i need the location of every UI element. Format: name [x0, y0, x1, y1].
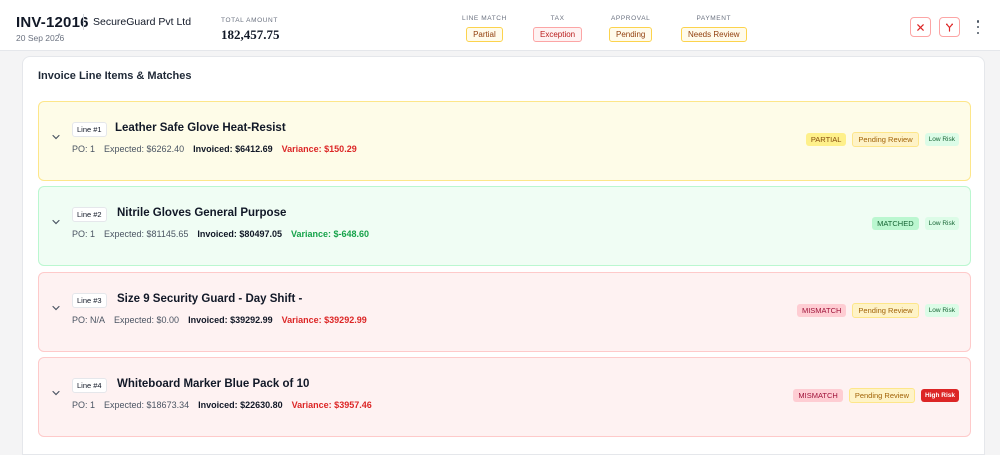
merge-icon: [945, 23, 954, 32]
po-number: PO: 1: [72, 400, 96, 410]
status-label: PAYMENT: [696, 15, 732, 22]
line-item-card[interactable]: Line #2 Nitrile Gloves General Purpose P…: [38, 186, 971, 266]
line-item-card[interactable]: Line #4 Whiteboard Marker Blue Pack of 1…: [38, 357, 971, 437]
expected-amount: Expected: $0.00: [114, 315, 180, 325]
total-amount-value: 182,457.75: [221, 27, 280, 42]
invoiced-amount: Invoiced: $39292.99: [188, 315, 273, 325]
invoice-date: 20 Sep 2026: [16, 33, 65, 43]
panel-title: Invoice Line Items & Matches: [38, 70, 192, 82]
invoiced-amount: Invoiced: $80497.05: [197, 229, 282, 239]
match-status-badge: PARTIAL: [805, 133, 847, 146]
expected-amount: Expected: $6262.40: [104, 144, 185, 154]
status-label: LINE MATCH: [462, 15, 507, 22]
line-badges: PARTIAL Pending Review Low Risk: [805, 132, 959, 147]
variance-amount: Variance: $150.29: [281, 144, 357, 154]
line-item-card[interactable]: Line #1 Leather Safe Glove Heat-Resist P…: [38, 101, 971, 181]
more-vertical-icon[interactable]: [975, 20, 981, 34]
header-divider: [83, 14, 84, 30]
status-approval: APPROVAL Pending: [609, 15, 653, 42]
status-badge: Partial: [466, 27, 503, 42]
line-number: Line #1: [72, 122, 107, 137]
reject-button[interactable]: [910, 17, 931, 37]
chevron-down-icon[interactable]: [51, 217, 61, 227]
line-badges: MATCHED Low Risk: [872, 217, 959, 230]
invoiced-amount: Invoiced: $22630.80: [198, 400, 283, 410]
status-line-match: LINE MATCH Partial: [462, 15, 507, 42]
variance-amount: Variance: $-648.60: [290, 229, 370, 239]
status-badge: Exception: [533, 27, 583, 42]
split-button[interactable]: [939, 17, 960, 37]
status-label: APPROVAL: [610, 15, 651, 22]
line-meta: PO: N/A Expected: $0.00 Invoiced: $39292…: [72, 315, 367, 325]
match-status-badge: MISMATCH: [796, 304, 847, 317]
status-badge: Pending: [609, 27, 653, 42]
chevron-down-icon[interactable]: [51, 388, 61, 398]
line-title: Size 9 Security Guard - Day Shift -: [117, 293, 303, 305]
expected-amount: Expected: $18673.34: [104, 400, 190, 410]
risk-badge: Low Risk: [924, 304, 959, 317]
variance-amount: Variance: $39292.99: [281, 315, 367, 325]
line-badges: MISMATCH Pending Review High Risk: [793, 388, 959, 403]
status-payment: PAYMENT Needs Review: [681, 15, 747, 42]
date-dot-icon: •: [58, 32, 61, 39]
chevron-down-icon[interactable]: [51, 132, 61, 142]
status-label: TAX: [550, 15, 565, 22]
risk-badge: Low Risk: [924, 217, 959, 230]
status-tax: TAX Exception: [533, 15, 583, 42]
match-status-badge: MISMATCH: [793, 389, 843, 402]
review-status-badge: Pending Review: [848, 388, 916, 403]
line-item-card[interactable]: Line #3 Size 9 Security Guard - Day Shif…: [38, 272, 971, 352]
status-badge: Needs Review: [681, 27, 747, 42]
po-number: PO: N/A: [72, 315, 106, 325]
line-title: Whiteboard Marker Blue Pack of 10: [117, 378, 310, 390]
line-title: Nitrile Gloves General Purpose: [117, 207, 287, 219]
risk-badge: Low Risk: [924, 133, 959, 146]
line-number: Line #3: [72, 293, 107, 308]
total-amount-label: TOTAL AMOUNT: [221, 17, 278, 24]
po-number: PO: 1: [72, 229, 96, 239]
po-number: PO: 1: [72, 144, 96, 154]
close-icon: [917, 23, 924, 31]
risk-badge: High Risk: [921, 389, 959, 402]
expected-amount: Expected: $81145.65: [104, 229, 189, 239]
line-items-panel: Invoice Line Items & Matches Line #1 Lea…: [22, 56, 985, 455]
review-status-badge: Pending Review: [852, 303, 919, 318]
variance-amount: Variance: $3957.46: [291, 400, 372, 410]
line-title: Leather Safe Glove Heat-Resist: [115, 122, 286, 134]
line-badges: MISMATCH Pending Review Low Risk: [796, 303, 959, 318]
line-meta: PO: 1 Expected: $18673.34 Invoiced: $226…: [72, 400, 372, 410]
vendor-name[interactable]: SecureGuard Pvt Ltd: [93, 16, 191, 28]
invoice-header: INV-12016 SecureGuard Pvt Ltd 20 Sep 202…: [0, 0, 1000, 51]
line-number: Line #2: [72, 207, 107, 222]
line-meta: PO: 1 Expected: $6262.40 Invoiced: $6412…: [72, 144, 357, 154]
invoice-id: INV-12016: [16, 14, 89, 31]
match-status-badge: MATCHED: [872, 217, 919, 230]
review-status-badge: Pending Review: [852, 132, 919, 147]
chevron-down-icon[interactable]: [51, 303, 61, 313]
invoiced-amount: Invoiced: $6412.69: [193, 144, 273, 154]
line-meta: PO: 1 Expected: $81145.65 Invoiced: $804…: [72, 229, 369, 239]
line-number: Line #4: [72, 378, 107, 393]
